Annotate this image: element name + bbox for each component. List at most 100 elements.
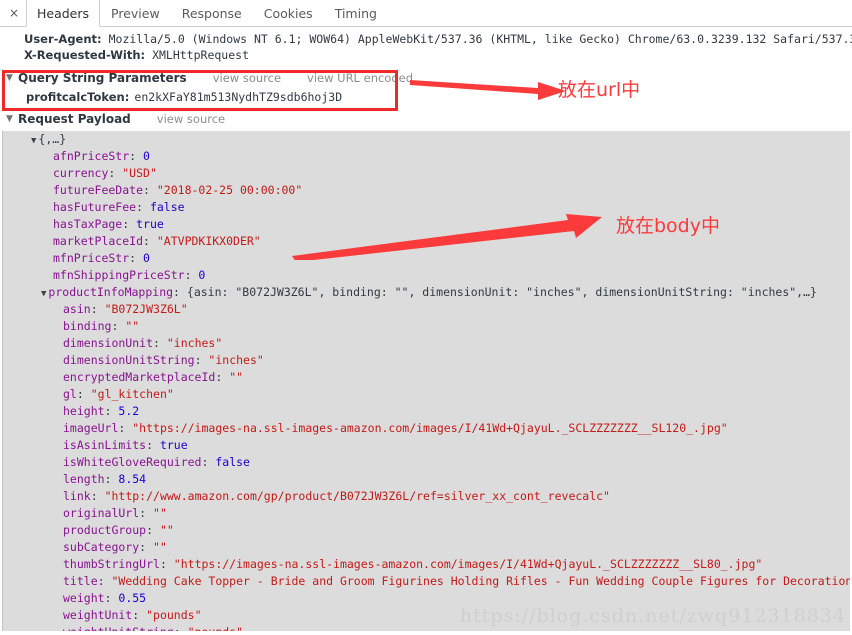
json-property-row: binding: "" [3,318,850,335]
json-value: "inches" [166,336,223,350]
json-value: "http://www.amazon.com/gp/product/B072JW… [104,489,610,503]
detail-tab-bar: × Headers Preview Response Cookies Timin… [0,0,852,27]
json-value: false [149,200,185,214]
json-property-row: productGroup: "" [3,522,850,539]
tab-response[interactable]: Response [171,0,253,26]
close-icon[interactable]: × [2,0,26,26]
json-value: "" [153,540,167,554]
chevron-down-icon[interactable]: ▼ [41,289,46,299]
tab-preview[interactable]: Preview [100,0,171,26]
request-payload-json-viewer: ▼ {,…} afnPriceStr: 0 currency: "USD" future… [2,131,850,631]
json-key: gl [63,387,77,401]
json-value: true [136,217,164,231]
json-property-row: subCategory: "" [3,539,850,556]
tab-headers[interactable]: Headers [26,0,101,27]
watermark: https://blog.csdn.net/zwq912318834 [459,605,846,627]
query-string-parameters-section: ▼ Query String Parameters view source vi… [0,69,852,106]
json-value: true [159,438,188,452]
json-separator: : [104,472,119,486]
json-separator: : [104,404,119,418]
json-value: "" [125,319,140,333]
json-key: isWhiteGloveRequired [63,455,202,469]
query-string-parameters-title: Query String Parameters [18,70,187,85]
json-property-row: title: "Wedding Cake Topper - Bride and … [3,573,850,590]
json-value: "" [153,506,167,520]
json-separator: : [108,166,123,180]
devtools-network-request-detail: × Headers Preview Response Cookies Timin… [0,0,852,635]
json-key: encryptedMarketplaceId [63,370,216,384]
json-key: link [63,489,91,503]
json-separator: : [97,574,112,588]
json-key: futureFeeDate [53,183,144,197]
json-separator: : [132,608,147,622]
json-key: subCategory [63,540,140,554]
json-separator: : [143,183,157,197]
json-property-row: height: 5.2 [3,403,850,420]
query-string-parameters-header[interactable]: ▼ Query String Parameters view source vi… [0,69,852,87]
json-key: productInfoMapping [48,285,174,299]
json-value: "2018-02-25 00:00:00" [156,183,303,197]
json-separator: : [159,557,174,571]
json-value: "USD" [122,166,157,180]
view-url-encoded-link[interactable]: view URL encoded [307,70,413,87]
json-property-row: thumbStringUrl: "https://images-na.ssl-i… [3,556,850,573]
json-separator: : [184,268,199,282]
json-separator: : [129,251,144,265]
chevron-down-icon[interactable]: ▼ [6,70,15,87]
request-payload-header[interactable]: ▼ Request Payload view source [0,110,852,128]
json-property-row: mfnShippingPriceStr: 0 [3,267,850,284]
json-key: originalUrl [63,506,140,520]
json-property-row: hasTaxPage: true [3,216,850,233]
json-separator: : [136,200,150,214]
json-value: "pounds" [188,625,243,631]
json-property-row: length: 8.54 [3,471,850,488]
json-value: 0.55 [118,591,147,605]
json-key: productGroup [63,523,147,537]
json-separator: : [90,302,105,316]
json-value: "Wedding Cake Topper - Bride and Groom F… [111,574,850,588]
json-property-row: currency: "USD" [3,165,850,182]
json-separator: : [104,591,119,605]
json-property-row: imageUrl: "https://images-na.ssl-images-… [3,420,850,437]
json-value: "gl_kitchen" [90,387,174,401]
json-separator: : [118,421,133,435]
json-value: "ATVPDKIKX0DER" [156,234,261,248]
json-key: hasFutureFee [53,200,137,214]
json-key: currency [53,166,109,180]
tab-cookies[interactable]: Cookies [253,0,324,26]
header-row-x-requested-with: X-Requested-With: XMLHttpRequest [0,47,852,63]
json-property-row: encryptedMarketplaceId: "" [3,369,850,386]
json-key: isAsinLimits [63,438,147,452]
json-root-label: {,…} [38,132,67,146]
json-value: "" [159,523,174,537]
json-root-node[interactable]: ▼ {,…} [3,131,850,148]
json-separator: : [139,506,154,520]
chevron-down-icon[interactable]: ▼ [6,111,15,128]
json-key: height [63,404,105,418]
json-key: title [63,574,98,588]
request-payload-title: Request Payload [18,111,131,126]
json-object-preview: {asin: "B072JW3Z6L", binding: "", dimens… [186,285,817,299]
json-separator: : [143,234,157,248]
annotation-label-body: 放在body中 [616,215,720,237]
json-object-row-product-info-mapping[interactable]: ▼ productInfoMapping: {asin: "B072JW3Z6L"… [3,284,850,301]
request-headers-area: User-Agent: Mozilla/5.0 (Windows NT 6.1;… [0,27,852,63]
json-key: binding [63,319,112,333]
header-row-user-agent: User-Agent: Mozilla/5.0 (Windows NT 6.1;… [0,31,852,47]
json-value: 0 [198,268,206,282]
view-source-link-payload[interactable]: view source [157,111,225,128]
json-key: weightUnitString [63,625,174,631]
json-value: "" [229,370,244,384]
query-param-name: profitcalcToken: [26,90,130,104]
json-value: 0 [143,251,150,265]
json-value: "B072JW3Z6L" [104,302,188,316]
json-key: mfnPriceStr [53,251,130,265]
chevron-down-icon[interactable]: ▼ [31,136,36,146]
json-separator: : [122,217,137,231]
json-value: 5.2 [118,404,140,418]
tab-timing[interactable]: Timing [324,0,388,26]
json-key: weight [63,591,105,605]
json-separator: : [90,489,105,503]
view-source-link-query[interactable]: view source [213,70,281,87]
json-property-row: link: "http://www.amazon.com/gp/product/… [3,488,850,505]
